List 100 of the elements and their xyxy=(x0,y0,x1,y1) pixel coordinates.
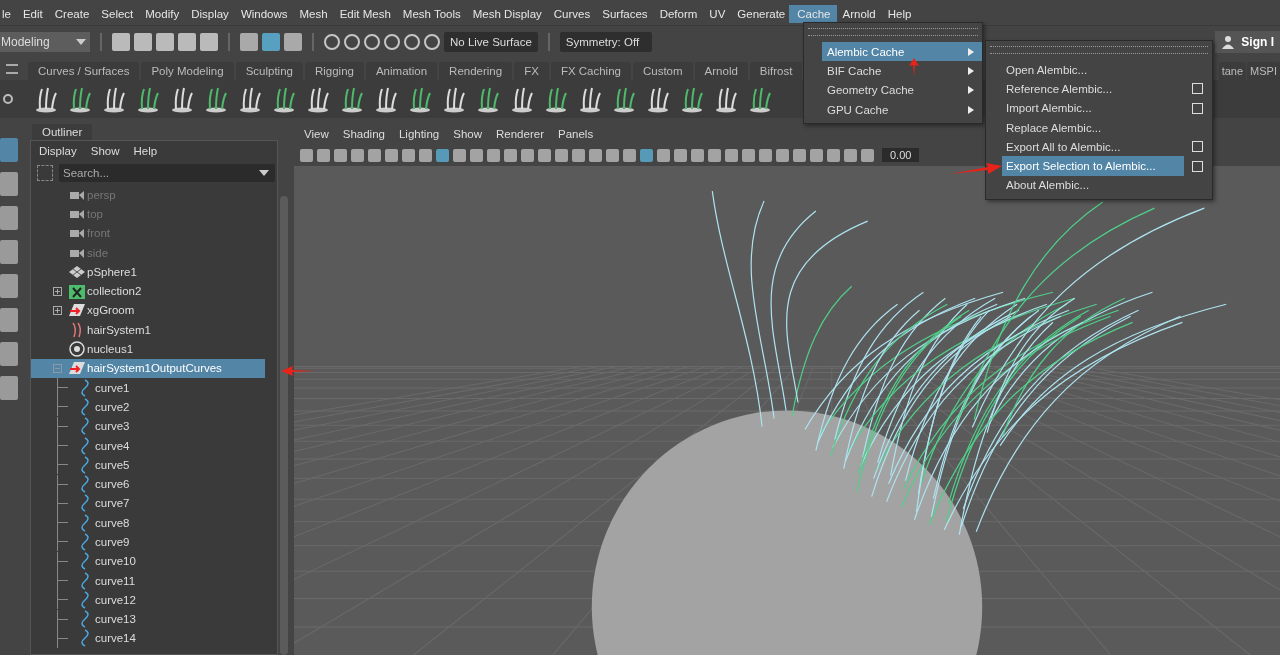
outliner-item[interactable]: curve5 xyxy=(31,455,265,475)
viewport-menu[interactable]: Shading xyxy=(342,128,385,142)
outliner-item[interactable]: curve11 xyxy=(31,570,265,591)
viewport-menu[interactable]: Panels xyxy=(557,128,594,142)
menu-entry[interactable]: Export All to Alembic... xyxy=(1002,137,1184,157)
outliner-item[interactable]: collection2 xyxy=(31,281,265,301)
menu-item[interactable]: Surfaces xyxy=(594,5,654,23)
viewport-menu[interactable]: Renderer xyxy=(496,128,544,142)
outliner-item[interactable]: curve10 xyxy=(31,551,265,571)
outliner-item[interactable]: hairSystem1 xyxy=(31,320,265,340)
tear-off-bar[interactable] xyxy=(990,46,1208,54)
outliner-item[interactable]: curve9 xyxy=(31,532,265,552)
filter-icon[interactable] xyxy=(37,165,53,181)
viewport-menu[interactable]: Lighting xyxy=(398,128,440,142)
shelf-tab[interactable]: tane xyxy=(1218,62,1247,80)
menu-item[interactable]: Mesh Tools xyxy=(394,5,467,23)
expand-icon[interactable] xyxy=(53,286,62,296)
menu-item[interactable]: Modify xyxy=(137,5,186,23)
menu-item[interactable]: Generate xyxy=(729,5,792,23)
shelf-tab[interactable]: MSPI xyxy=(1247,62,1280,80)
viewport-menu[interactable]: Show xyxy=(453,128,482,142)
menu-item[interactable]: Windows xyxy=(232,5,294,23)
menu-entry[interactable]: Export Selection to Alembic... xyxy=(1002,156,1184,176)
menu-item[interactable]: UV xyxy=(701,5,732,23)
menu-item[interactable]: Edit xyxy=(14,5,49,23)
outliner-item[interactable]: curve12 xyxy=(31,590,265,610)
shelf-tab[interactable]: Bifrost xyxy=(749,62,803,80)
menu-item[interactable]: Select xyxy=(93,5,140,23)
shelf-tab[interactable]: Arnold xyxy=(694,62,748,80)
menu-entry[interactable]: BIF Cache xyxy=(822,61,982,81)
menu-entry[interactable]: Replace Alembic... xyxy=(1002,117,1184,138)
outliner-item[interactable]: curve7 xyxy=(31,493,265,514)
outliner-item[interactable]: curve14 xyxy=(31,628,265,649)
outliner-item[interactable]: pSphere1 xyxy=(31,262,265,282)
menu-item[interactable]: Create xyxy=(46,5,96,23)
menu-item[interactable]: Deform xyxy=(651,5,704,23)
shelf-menu-icon[interactable] xyxy=(6,64,18,74)
option-box[interactable] xyxy=(1192,141,1203,153)
outliner-item[interactable]: curve1 xyxy=(31,377,265,398)
curve-icon xyxy=(78,378,91,397)
viewport-menu[interactable]: View xyxy=(304,128,329,142)
outliner-tab[interactable]: Outliner xyxy=(32,124,93,140)
sign-in-button[interactable]: Sign I xyxy=(1215,31,1280,53)
outliner-menu[interactable]: Show xyxy=(90,145,120,157)
mesh-icon xyxy=(68,265,85,278)
outliner-item[interactable]: curve8 xyxy=(31,513,265,533)
exposure-field[interactable]: 0.00 xyxy=(882,148,920,162)
expand-icon[interactable] xyxy=(53,305,62,315)
outliner-item[interactable]: xgGroom xyxy=(31,300,265,321)
curve-icon xyxy=(78,533,91,551)
shelf-tab[interactable]: Animation xyxy=(365,62,438,80)
menu-entry[interactable]: Import Alembic... xyxy=(1002,98,1184,118)
option-box[interactable] xyxy=(1192,160,1203,172)
outliner-item[interactable]: curve4 xyxy=(31,435,265,456)
live-surface-field[interactable]: No Live Surface xyxy=(444,32,538,52)
outliner-item[interactable]: curve3 xyxy=(31,416,265,436)
outliner-item[interactable]: hairSystem1OutputCurves xyxy=(31,358,265,378)
menu-item[interactable]: Display xyxy=(183,5,235,23)
menu-item[interactable]: Help xyxy=(879,5,918,23)
option-box[interactable] xyxy=(1192,102,1203,114)
mode-dropdown[interactable]: Modeling xyxy=(0,32,90,52)
menu-entry[interactable]: Alembic Cache xyxy=(822,42,982,62)
outliner-menu[interactable]: Display xyxy=(39,145,77,157)
shelf-tab[interactable]: Rendering xyxy=(439,62,513,80)
shelf-tab[interactable]: Curves / Surfaces xyxy=(28,62,140,80)
menu-entry[interactable]: GPU Cache xyxy=(822,99,982,120)
menu-item[interactable]: Mesh xyxy=(291,5,334,23)
shelf-tab[interactable]: Poly Modeling xyxy=(141,62,234,80)
menu-item[interactable]: Edit Mesh xyxy=(331,5,397,23)
menu-item[interactable]: le xyxy=(0,5,17,23)
option-box[interactable] xyxy=(1192,83,1203,95)
outliner-item[interactable]: curve13 xyxy=(31,609,265,629)
curve-icon xyxy=(78,494,91,513)
shelf-tab[interactable]: FX Caching xyxy=(550,62,631,80)
menu-entry[interactable]: Open Alembic... xyxy=(1002,60,1184,80)
menu-item[interactable]: Curves xyxy=(545,5,597,23)
curve-icon xyxy=(78,417,91,436)
shelf-tab[interactable]: Rigging xyxy=(304,62,364,80)
menu-item[interactable]: Arnold xyxy=(834,5,882,23)
menu-entry[interactable]: About Alembic... xyxy=(1002,175,1184,196)
curve-icon xyxy=(78,475,91,494)
tear-off-bar[interactable] xyxy=(808,28,978,36)
search-field[interactable]: Search... xyxy=(59,164,275,182)
menu-entry[interactable]: Reference Alembic... xyxy=(1002,79,1184,99)
menu-entry[interactable]: Geometry Cache xyxy=(822,80,982,100)
scrollbar[interactable] xyxy=(280,196,288,655)
transform-icon xyxy=(68,303,85,318)
shelf-tab[interactable]: Custom xyxy=(632,62,693,80)
hair-icon xyxy=(70,321,83,338)
outliner-menu[interactable]: Help xyxy=(133,145,158,157)
shelf-tab[interactable]: Sculpting xyxy=(235,62,303,80)
outliner-item[interactable]: curve6 xyxy=(31,474,265,494)
menu-item[interactable]: Mesh Display xyxy=(464,5,548,23)
shelf-tab[interactable]: FX xyxy=(514,62,549,80)
outliner-item[interactable]: curve2 xyxy=(31,397,265,417)
transform-icon xyxy=(68,361,85,376)
symmetry-field[interactable]: Symmetry: Off xyxy=(559,32,652,52)
settings-icon[interactable] xyxy=(2,93,14,105)
dropdown-caret-icon[interactable] xyxy=(259,170,269,176)
outliner-item[interactable]: nucleus1 xyxy=(31,339,265,359)
